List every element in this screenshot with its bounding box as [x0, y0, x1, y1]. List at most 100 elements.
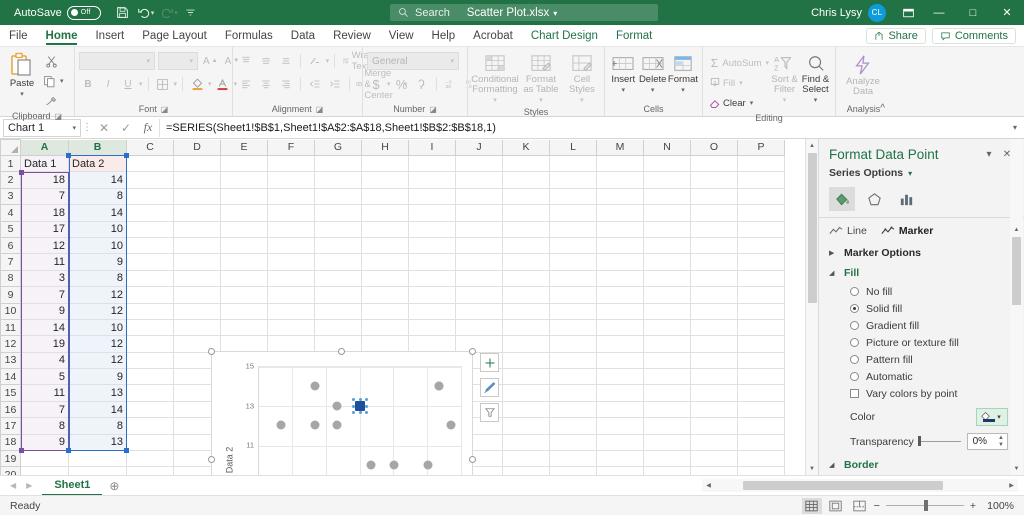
row-header-3[interactable]: 3	[0, 187, 21, 206]
pane-scroll-thumb[interactable]	[1012, 237, 1021, 305]
column-header-o[interactable]: O	[690, 139, 738, 156]
increase-indent-button[interactable]	[326, 75, 344, 93]
column-header-l[interactable]: L	[549, 139, 597, 156]
bold-button[interactable]: B	[79, 75, 97, 93]
fill-option-solid-fill[interactable]: Solid fill	[829, 300, 1008, 317]
tab-file[interactable]: File	[0, 25, 37, 46]
tab-acrobat[interactable]: Acrobat	[464, 25, 522, 46]
cell-a1[interactable]: Data 1	[20, 154, 69, 173]
fill-section[interactable]: ◢ Fill	[829, 263, 1008, 283]
horizontal-scroll-thumb[interactable]	[743, 481, 943, 490]
font-size-combo[interactable]: ▾	[158, 52, 198, 70]
scroll-up-icon[interactable]: ▲	[806, 139, 819, 152]
tab-line[interactable]: Line	[829, 225, 867, 237]
borders-dropdown-icon[interactable]: ▾	[174, 80, 178, 88]
vary-colors-by-point-row[interactable]: Vary colors by point	[829, 385, 1008, 402]
data-point[interactable]	[366, 460, 376, 470]
selection-handle[interactable]	[365, 397, 368, 401]
radio-solid-fill[interactable]	[850, 304, 859, 313]
column-header-e[interactable]: E	[220, 139, 268, 156]
selection-handle[interactable]	[352, 397, 355, 401]
fill-option-gradient-fill[interactable]: Gradient fill	[829, 317, 1008, 334]
underline-button[interactable]: U	[119, 75, 137, 93]
column-header-b[interactable]: B	[68, 139, 127, 156]
chart-resize-handle[interactable]	[208, 456, 215, 463]
row-header-11[interactable]: 11	[0, 318, 21, 337]
data-point[interactable]	[332, 401, 342, 410]
cell-a8[interactable]: 3	[20, 269, 69, 288]
share-button[interactable]: Share	[866, 27, 926, 44]
clear-button[interactable]: Clear	[707, 94, 748, 112]
data-point[interactable]	[434, 381, 444, 391]
align-middle-button[interactable]	[257, 52, 275, 70]
selection-handle[interactable]	[359, 397, 362, 401]
customize-quick-access-icon[interactable]	[181, 3, 201, 23]
vertical-scroll-thumb[interactable]	[807, 153, 817, 303]
alignment-dialog-launcher-icon[interactable]: ◪	[316, 103, 324, 116]
cell-b2[interactable]: 14	[68, 171, 127, 189]
selection-handle[interactable]	[365, 410, 368, 414]
fill-color-button[interactable]	[188, 75, 206, 93]
clipboard-dialog-launcher-icon[interactable]: ◪	[54, 110, 62, 123]
horizontal-scrollbar[interactable]: ◀ ▶	[702, 479, 1024, 493]
cell-a13[interactable]: 4	[20, 351, 69, 370]
row-header-12[interactable]: 12	[0, 335, 21, 353]
tab-page-layout[interactable]: Page Layout	[133, 25, 216, 46]
column-header-f[interactable]: F	[267, 139, 315, 156]
column-header-g[interactable]: G	[314, 139, 362, 156]
cell-b11[interactable]: 10	[68, 318, 127, 337]
sheet-tab-sheet1[interactable]: Sheet1	[42, 476, 103, 496]
horizontal-scroll-track[interactable]	[715, 479, 1005, 492]
zoom-level[interactable]: 100%	[980, 500, 1014, 512]
align-right-button[interactable]	[277, 75, 295, 93]
cell-a16[interactable]: 7	[20, 400, 69, 419]
zoom-in-button[interactable]: +	[970, 500, 976, 512]
align-center-button[interactable]	[257, 75, 275, 93]
cell-a18[interactable]: 9	[20, 433, 69, 452]
font-name-combo[interactable]: ▾	[79, 52, 155, 70]
insert-function-icon[interactable]: fx	[137, 120, 159, 135]
italic-button[interactable]: I	[99, 75, 117, 93]
data-point[interactable]	[276, 420, 286, 430]
data-point[interactable]	[310, 381, 320, 391]
radio-no-fill[interactable]	[850, 287, 859, 296]
spreadsheet-grid[interactable]: A B C D E F G H I J K L M N O P 1 Data 1…	[0, 139, 818, 475]
transparency-slider-thumb[interactable]	[917, 436, 921, 446]
row-header-15[interactable]: 15	[0, 384, 21, 402]
cell-styles-button[interactable]: Cell Styles ▾	[564, 51, 600, 106]
row-header-13[interactable]: 13	[0, 351, 21, 370]
checkbox-vary-colors[interactable]	[850, 389, 859, 398]
cell-b4[interactable]: 14	[68, 204, 127, 222]
row-header-20[interactable]: 20	[0, 466, 21, 475]
grow-font-button[interactable]: A ▲	[201, 52, 220, 70]
comma-button[interactable]: ʔ	[413, 75, 431, 93]
expand-formula-bar-icon[interactable]: ▾	[1006, 123, 1024, 132]
cell-a11[interactable]: 14	[20, 318, 69, 337]
row-header-1[interactable]: 1	[0, 154, 21, 173]
cell-b18[interactable]: 13	[68, 433, 127, 452]
row-header-18[interactable]: 18	[0, 433, 21, 452]
page-break-view-button[interactable]	[850, 498, 870, 514]
orientation-button[interactable]	[306, 52, 324, 70]
pane-scroll-up-icon[interactable]: ▲	[1010, 223, 1023, 236]
hscroll-right-icon[interactable]: ▶	[1005, 479, 1018, 492]
ribbon-display-options-icon[interactable]	[894, 7, 922, 19]
format-as-table-button[interactable]: Format as Table ▾	[520, 51, 562, 106]
cell-a12[interactable]: 19	[20, 335, 69, 353]
currency-button[interactable]: $	[367, 75, 385, 93]
color-dropdown-icon[interactable]: ▾	[997, 413, 1001, 421]
chevron-right-icon[interactable]: ▶	[829, 249, 837, 257]
minimize-button[interactable]: —	[922, 0, 956, 25]
cell-b1[interactable]: Data 2	[68, 154, 127, 173]
row-header-10[interactable]: 10	[0, 302, 21, 320]
formula-bar-handle[interactable]: ⋮	[81, 122, 93, 133]
align-bottom-button[interactable]	[277, 52, 295, 70]
data-point[interactable]	[332, 420, 342, 430]
delete-cells-button[interactable]: Delete ▾	[638, 51, 666, 96]
row-header-14[interactable]: 14	[0, 368, 21, 386]
chart-plot-area[interactable]: 2 5 8 11 14 17 20 7 9 11 13 15	[246, 362, 462, 475]
column-header-n[interactable]: N	[643, 139, 691, 156]
cell-a7[interactable]: 11	[20, 253, 69, 271]
range-handle[interactable]	[66, 448, 71, 453]
cell-b10[interactable]: 12	[68, 302, 127, 320]
